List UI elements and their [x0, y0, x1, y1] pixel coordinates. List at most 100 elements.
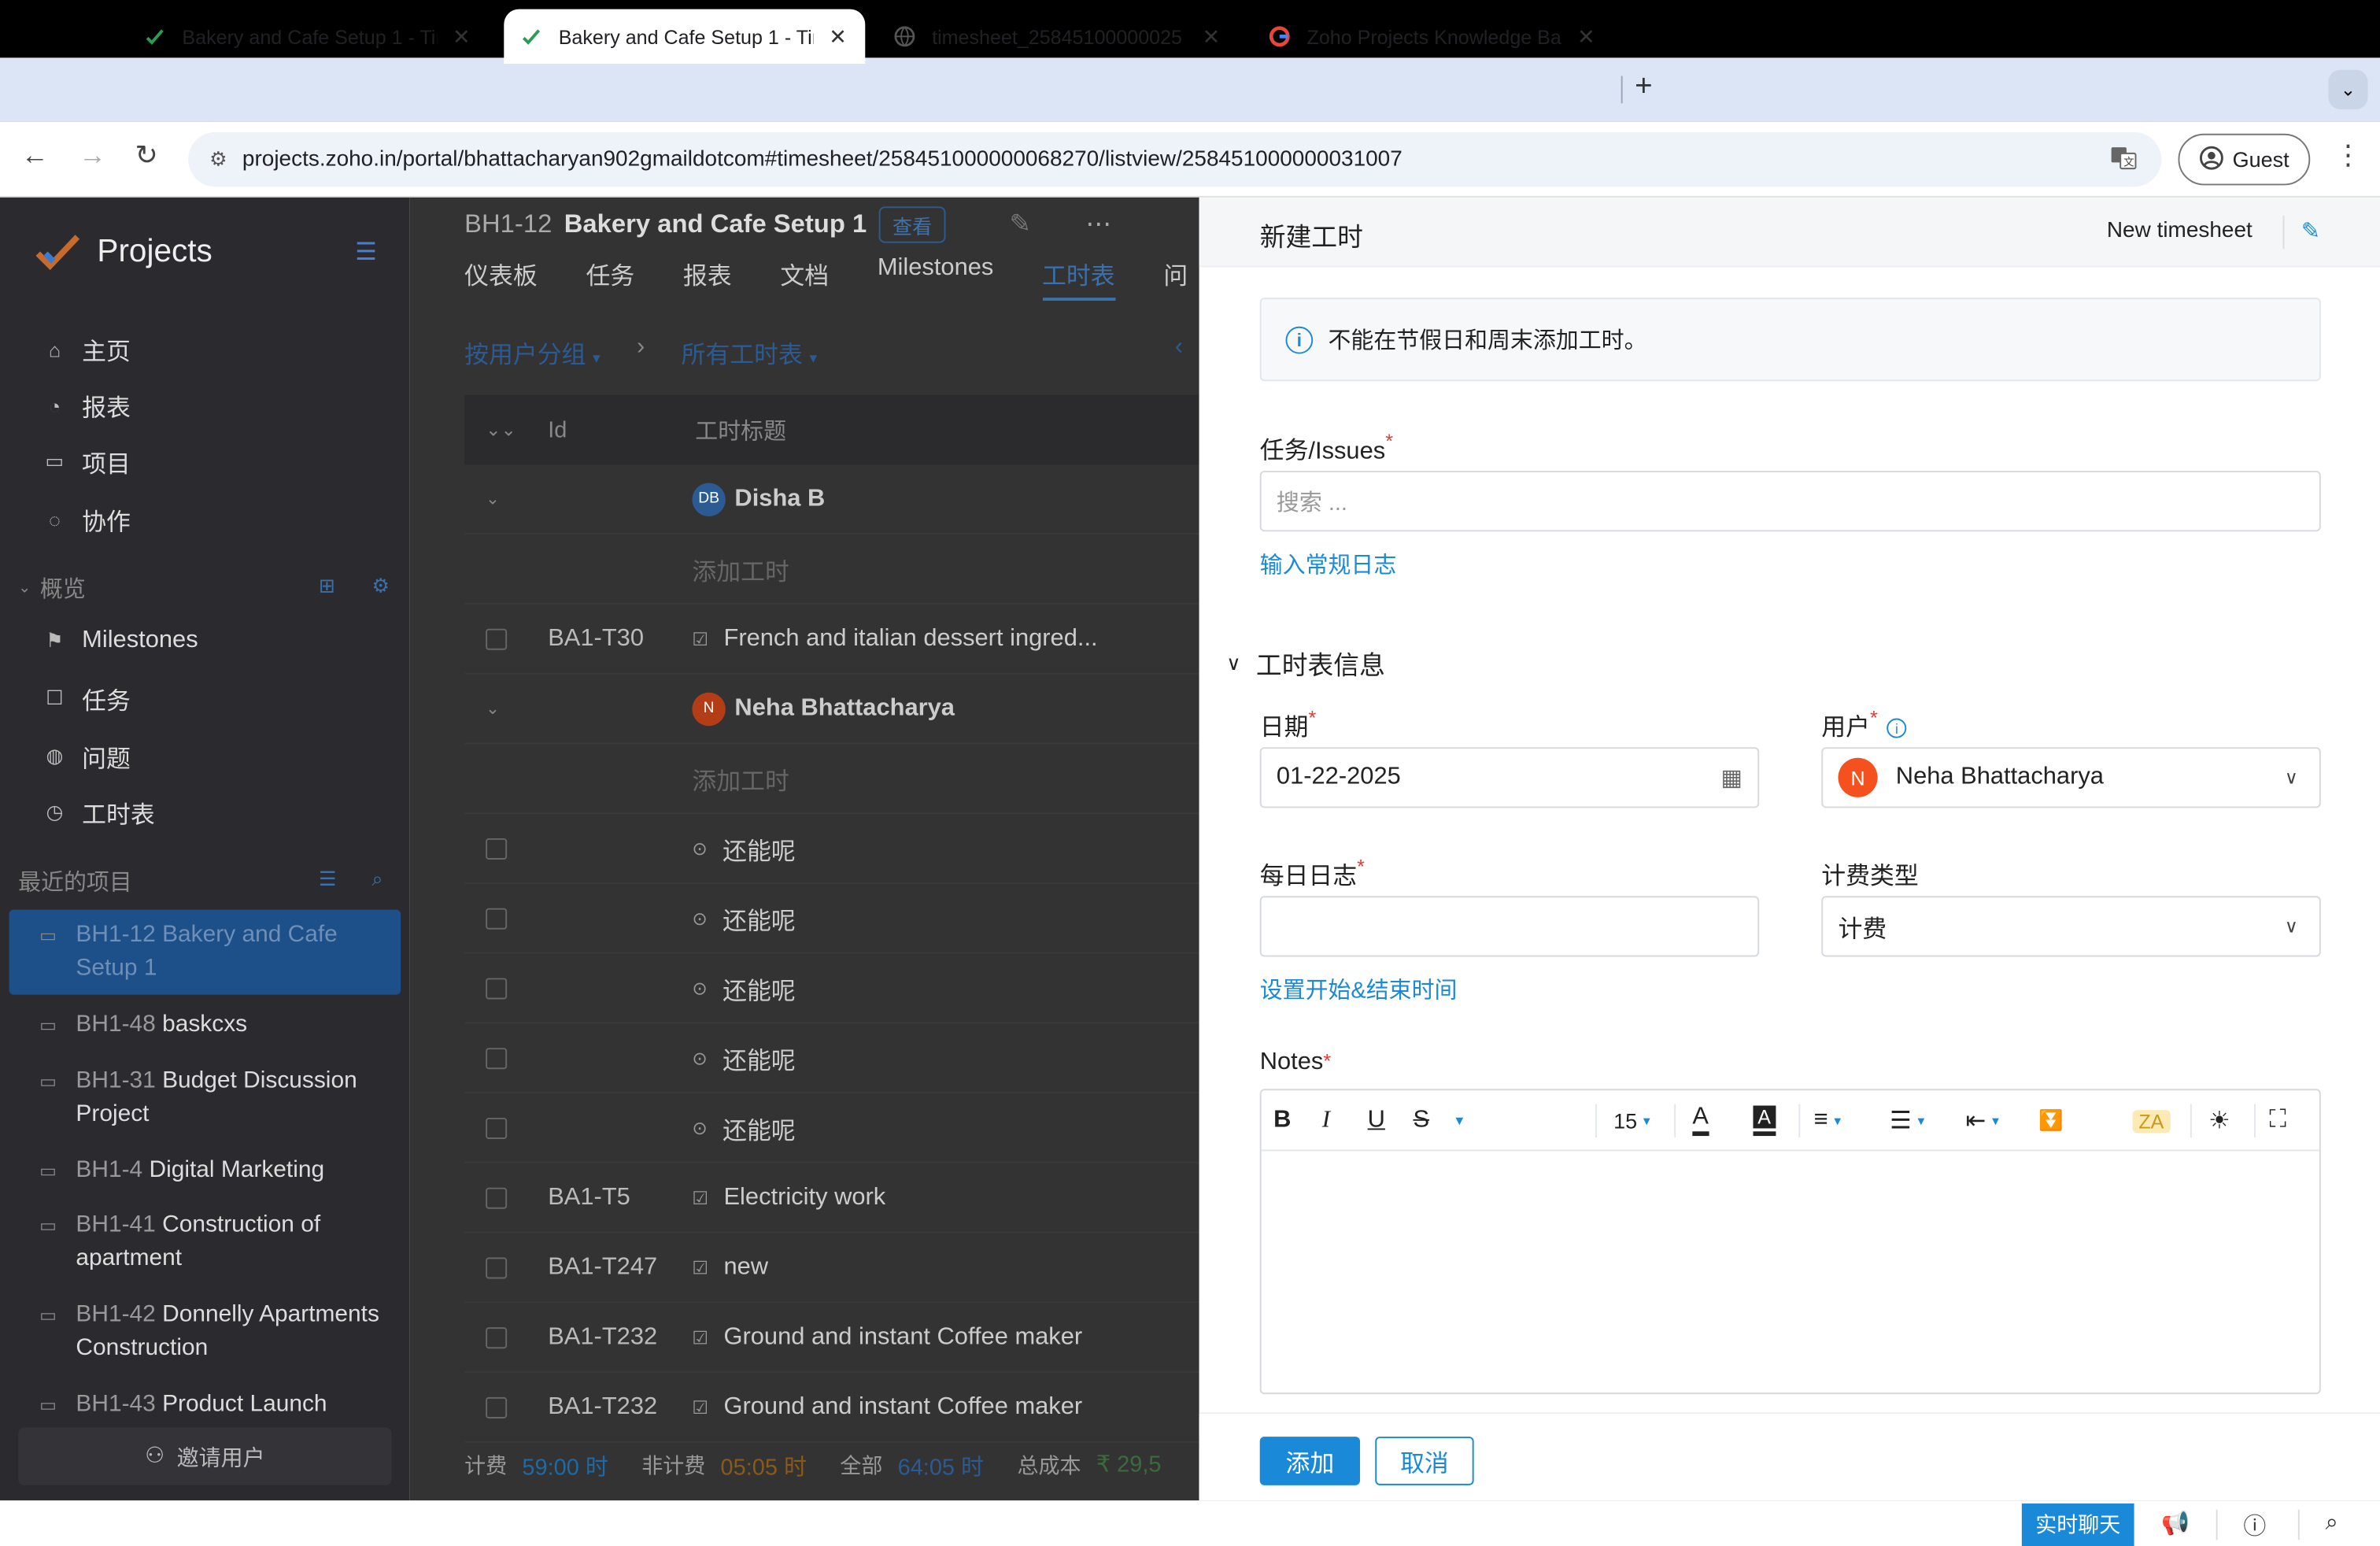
sidebar-item-issues[interactable]: ◍ 问题 — [42, 738, 130, 775]
browser-tab-4[interactable]: Zoho Projects Knowledge Bas ✕ — [1252, 9, 1613, 64]
row-checkbox[interactable] — [486, 907, 508, 929]
group-row[interactable]: ⌄ DB Disha B — [464, 464, 1199, 535]
back-arrow-icon[interactable]: ← — [21, 139, 49, 172]
recent-project-item[interactable]: ▭ BH1-4 Digital Marketing — [39, 1154, 391, 1187]
sidebar-item-collab[interactable]: ◌ 协作 — [42, 501, 131, 538]
align-icon[interactable]: ≡ ▾ — [1814, 1103, 1841, 1139]
help-icon[interactable]: ⓘ — [2243, 1510, 2266, 1542]
edit-layout-pencil-icon[interactable]: ✎ — [2301, 217, 2320, 245]
add-entry-row[interactable]: 添加工时 — [464, 744, 1199, 815]
bullet-list-icon[interactable]: ☰ ▾ — [1890, 1103, 1924, 1139]
row-checkbox[interactable] — [486, 1116, 508, 1138]
sidebar-item-reports[interactable]: ◔ 报表 — [42, 387, 131, 423]
row-checkbox[interactable] — [486, 1326, 508, 1348]
italic-icon[interactable]: I — [1322, 1103, 1330, 1139]
collapse-menu-icon[interactable]: ☰ — [355, 237, 377, 268]
billing-type-select[interactable]: 计费 ∨ — [1821, 896, 2321, 957]
table-row[interactable]: BA1-T30 ☑ French and italian dessert ingre… — [464, 605, 1199, 675]
chevron-down-icon[interactable]: ⌄ — [486, 489, 500, 509]
info-icon[interactable]: i — [1887, 719, 1907, 739]
row-checkbox[interactable] — [486, 1186, 508, 1208]
recent-project-item[interactable]: ▭ BH1-43 Product Launch — [39, 1388, 391, 1421]
set-start-end-time-link[interactable]: 设置开始&结束时间 — [1260, 974, 1458, 1006]
tab-documents[interactable]: 文档 — [780, 255, 829, 301]
sidebar-item-tasks[interactable]: ☐ 任务 — [42, 680, 131, 716]
table-row[interactable]: ⊙ 还能呢 — [464, 884, 1199, 954]
close-icon[interactable]: ✕ — [1199, 24, 1224, 50]
invite-users-button[interactable]: ⚇ 邀请用户 — [18, 1427, 392, 1485]
tab-dashboard[interactable]: 仪表板 — [464, 255, 538, 301]
close-icon[interactable]: ✕ — [449, 24, 474, 50]
browser-tab-2[interactable]: Bakery and Cafe Setup 1 - Tin ✕ — [504, 9, 866, 65]
row-checkbox[interactable] — [486, 1256, 508, 1278]
add-button[interactable]: 添加 — [1259, 1437, 1360, 1485]
view-project-button[interactable]: 查看 — [878, 206, 946, 243]
font-size-select[interactable]: 15 ▾ — [1613, 1103, 1650, 1139]
more-tools-icon[interactable]: ⏬ — [2038, 1103, 2063, 1139]
cancel-button[interactable]: 取消 — [1375, 1437, 1474, 1485]
gear-icon[interactable]: ⚙ — [371, 574, 389, 598]
recent-project-item[interactable]: ▭ BH1-42 Donnelly Apartments Construction — [39, 1299, 391, 1366]
add-entry-row[interactable]: 添加工时 — [464, 534, 1199, 605]
brand-logo[interactable]: Projects — [33, 231, 213, 273]
timesheet-info-section-toggle[interactable]: ∨ 工时表信息 — [1226, 644, 1385, 682]
daily-log-input[interactable] — [1259, 896, 1760, 957]
search-icon[interactable]: ⌕ — [2326, 1510, 2338, 1536]
browser-tab-3[interactable]: timesheet_25845100000025 ✕ — [878, 9, 1239, 64]
table-row[interactable]: BA1-T5 ☑ Electricity work — [464, 1163, 1199, 1233]
user-select[interactable]: N Neha Bhattacharya ∨ — [1821, 747, 2321, 808]
recent-project-item[interactable]: ▭ BH1-31 Budget Discussion Project — [39, 1064, 391, 1131]
more-icon[interactable]: ⋯ — [1085, 209, 1111, 240]
table-row[interactable]: BA1-T247 ☑ new — [464, 1233, 1199, 1304]
tab-issues[interactable]: 问 — [1163, 255, 1188, 301]
row-checkbox[interactable] — [486, 1047, 508, 1069]
bold-icon[interactable]: B — [1273, 1103, 1291, 1139]
row-checkbox[interactable] — [486, 837, 508, 860]
group-row[interactable]: ⌄ N Neha Bhattacharya — [464, 675, 1199, 745]
site-settings-icon[interactable]: ⚙ — [209, 147, 227, 172]
timesheet-filter-dropdown[interactable]: 所有工时表 ▾ — [682, 334, 818, 370]
chevron-left-icon[interactable]: ‹ — [1175, 334, 1183, 361]
row-checkbox[interactable] — [486, 627, 508, 649]
theme-toggle-icon[interactable]: ☀ — [2208, 1103, 2230, 1139]
date-input[interactable]: 01-22-2025 ▦ — [1259, 747, 1760, 808]
announcement-megaphone-icon[interactable]: 📢 — [2161, 1510, 2190, 1537]
translate-icon[interactable]: 文 — [2110, 144, 2138, 176]
recent-project-item[interactable]: ▭ BH1-41 Construction of apartment — [39, 1209, 391, 1276]
group-by-dropdown[interactable]: 按用户分组 ▾ — [464, 334, 601, 370]
filter-icon[interactable]: ☰ — [319, 867, 336, 892]
spellcheck-icon[interactable]: ZA — [2132, 1103, 2171, 1139]
tab-tasks[interactable]: 任务 — [586, 255, 634, 301]
sidebar-item-projects[interactable]: ▭ 项目 — [42, 443, 131, 479]
table-row[interactable]: BA1-T232 ☑ Ground and instant Coffee maker — [464, 1373, 1199, 1443]
recent-project-item[interactable]: ▭ BH1-48 baskcxs — [39, 1008, 391, 1041]
address-bar[interactable]: ⚙ projects.zoho.in/portal/bhattacharyan9… — [188, 131, 2162, 187]
task-search-input[interactable]: 搜索 ... — [1259, 471, 2321, 532]
tab-reports[interactable]: 报表 — [683, 255, 732, 301]
fullscreen-icon[interactable]: ⛶ — [2269, 1103, 2286, 1139]
table-row[interactable]: ⊙ 还能呢 — [464, 1093, 1199, 1163]
row-checkbox[interactable] — [486, 1396, 508, 1418]
table-row[interactable]: ⊙ 还能呢 — [464, 814, 1199, 884]
table-row[interactable]: ⊙ 还能呢 — [464, 1023, 1199, 1094]
highlight-color-icon[interactable]: A — [1753, 1103, 1776, 1137]
general-log-link[interactable]: 输入常规日志 — [1260, 548, 1397, 580]
recent-project-item[interactable]: ▭ BH1-12 Bakery and Cafe Setup 1 — [9, 909, 401, 995]
close-icon[interactable]: ✕ — [826, 24, 850, 50]
sidebar-item-timesheet[interactable]: ◷ 工时表 — [42, 794, 155, 830]
table-row[interactable]: ⊙ 还能呢 — [464, 954, 1199, 1024]
close-icon[interactable]: ✕ — [1574, 24, 1598, 50]
new-tab-plus-icon[interactable]: + — [1635, 70, 1653, 105]
underline-icon[interactable]: U — [1368, 1103, 1385, 1139]
reload-icon[interactable]: ↻ — [135, 139, 158, 172]
sidebar-item-milestones[interactable]: ⚑ Milestones — [42, 627, 198, 655]
tab-list-chevron-icon[interactable]: ⌄ — [2328, 69, 2368, 109]
pencil-icon[interactable]: ✎ — [1010, 209, 1031, 240]
search-icon[interactable]: ⌕ — [371, 867, 382, 892]
browser-menu-kebab-icon[interactable]: ⋮ — [2334, 139, 2362, 172]
browser-tab-1[interactable]: Bakery and Cafe Setup 1 - Tin ✕ — [128, 9, 489, 64]
tab-timesheet[interactable]: 工时表 — [1042, 255, 1115, 301]
table-row[interactable]: BA1-T232 ☑ Ground and instant Coffee maker — [464, 1303, 1199, 1374]
add-icon[interactable]: ⊞ — [319, 574, 335, 598]
expand-all-icon[interactable]: ⌄⌄ — [486, 419, 516, 440]
